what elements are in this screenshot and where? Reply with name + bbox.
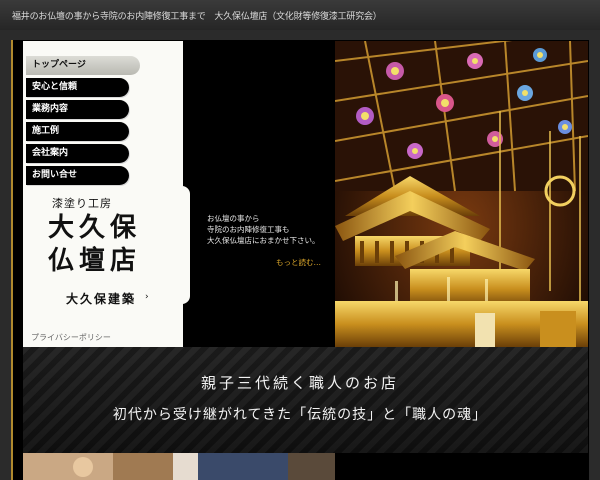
- hero-image: [335, 41, 588, 347]
- read-more-link[interactable]: もっと読む…: [276, 257, 321, 268]
- intro-line: 寺院のお内陣修復工事も: [207, 225, 290, 234]
- nav-item-contact[interactable]: お問い合せ: [26, 166, 129, 185]
- nav-item-services[interactable]: 業務内容: [26, 100, 129, 119]
- privacy-policy-link[interactable]: プライバシーポリシー: [31, 332, 111, 343]
- sub-company-link[interactable]: 大久保建築: [66, 290, 136, 307]
- tagline-banner: [23, 347, 588, 453]
- logo-small-text: 漆塗り工房: [52, 197, 112, 210]
- craftsman-photo: [23, 453, 335, 480]
- intro-line: 大久保仏壇店におまかせ下さい。: [207, 236, 320, 245]
- craftsman-image: [23, 453, 335, 480]
- nav-item-top[interactable]: トップページ: [26, 56, 140, 75]
- nav-item-works[interactable]: 施工例: [26, 122, 129, 141]
- banner-subheadline: 初代から受け継がれてきた「伝統の技」と「職人の魂」: [112, 407, 488, 423]
- nav-item-trust[interactable]: 安心と信頼: [26, 78, 129, 97]
- site-header: 福井のお仏壇の事から寺院のお内陣修復工事まで 大久保仏壇店（文化財等修復漆工研究…: [0, 0, 600, 30]
- nav-item-company[interactable]: 会社案内: [26, 144, 129, 163]
- site-tagline: 福井のお仏壇の事から寺院のお内陣修復工事まで 大久保仏壇店（文化財等修復漆工研究…: [12, 12, 382, 22]
- chevron-right-icon[interactable]: ›: [145, 292, 149, 302]
- logo-main-text: 大久保仏壇店: [48, 213, 142, 276]
- intro-line: お仏壇の事から: [207, 214, 260, 223]
- temple-altar-image: [335, 41, 588, 347]
- banner-headline: 親子三代続く職人のお店: [200, 374, 399, 392]
- intro-text: お仏壇の事から 寺院のお内陣修復工事も 大久保仏壇店におまかせ下さい。: [207, 213, 332, 246]
